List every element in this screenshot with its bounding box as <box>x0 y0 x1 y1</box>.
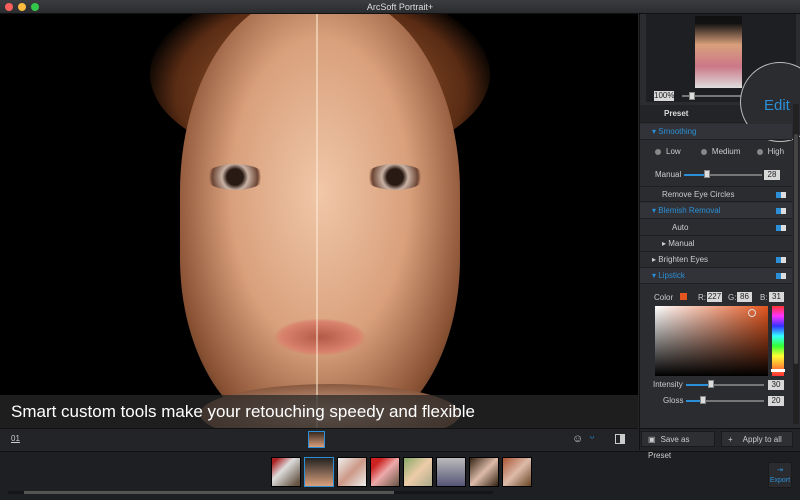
navigator-preview[interactable] <box>695 16 742 88</box>
section-blemish-removal[interactable]: ▾ Blemish Removal <box>640 203 792 219</box>
color-label: Color <box>654 293 674 302</box>
b-field[interactable]: 31 <box>769 292 784 302</box>
filmstrip-thumb[interactable] <box>469 457 499 487</box>
zoom-slider-knob[interactable] <box>689 92 695 100</box>
face-detect-icon[interactable]: ☺ <box>572 433 583 445</box>
section-smoothing[interactable]: ▾ Smoothing <box>640 124 792 140</box>
row-manual[interactable]: ▸ Manual <box>640 236 792 252</box>
compare-view-icon[interactable] <box>615 434 625 444</box>
right-panel: 100% Preset Edit ▾ Smoothing Low Medium … <box>639 14 800 428</box>
close-button[interactable] <box>5 3 13 11</box>
option-low[interactable]: Low <box>655 147 681 156</box>
gloss-label: Gloss <box>663 396 684 405</box>
intensity-slider-knob[interactable] <box>708 380 714 388</box>
save-icon: ▣ <box>648 435 656 444</box>
auto-label: Auto <box>672 223 689 232</box>
panel-scrollbar-thumb[interactable] <box>794 134 798 364</box>
r-field[interactable]: 227 <box>707 292 722 302</box>
option-high[interactable]: High <box>756 147 784 156</box>
hue-slider-knob[interactable] <box>771 369 785 372</box>
toggle[interactable] <box>776 225 786 231</box>
page-number[interactable]: 01 <box>11 434 20 443</box>
option-medium[interactable]: Medium <box>700 147 740 156</box>
filmstrip-thumb[interactable] <box>436 457 466 487</box>
photo-lips <box>275 319 365 355</box>
filmstrip-thumb[interactable] <box>370 457 400 487</box>
apply-to-all-button[interactable]: + Apply to all <box>721 431 793 447</box>
smoothing-options: Low Medium High <box>655 147 795 156</box>
smoothing-label: Smoothing <box>658 127 697 136</box>
zoom-button[interactable] <box>31 3 39 11</box>
filmstrip: ⇥ Export <box>0 451 800 500</box>
manual-value[interactable]: 28 <box>764 170 780 180</box>
photo-eye-right <box>365 164 425 190</box>
remove-eye-circles-label: Remove Eye Circles <box>662 190 735 199</box>
smile-icon[interactable]: ᵕ <box>590 432 594 444</box>
export-button[interactable]: ⇥ Export <box>768 462 792 488</box>
blemish-label: Blemish Removal <box>658 206 721 215</box>
lipstick-label: Lipstick <box>658 271 685 280</box>
intensity-value[interactable]: 30 <box>768 380 784 390</box>
filmstrip-scrollbar[interactable] <box>8 491 493 494</box>
export-label: Export <box>769 477 791 484</box>
color-swatch[interactable] <box>680 293 687 300</box>
minimize-button[interactable] <box>18 3 26 11</box>
brighten-eyes-label: Brighten Eyes <box>658 255 709 264</box>
toggle[interactable] <box>776 257 786 263</box>
color-picker-cursor[interactable] <box>748 309 756 317</box>
manual-label: Manual <box>655 170 682 179</box>
intensity-label: Intensity <box>653 380 683 389</box>
r-label: R: <box>698 293 706 302</box>
toggle[interactable] <box>776 208 786 214</box>
photo-face <box>180 14 460 428</box>
gloss-value[interactable]: 20 <box>768 396 784 406</box>
hue-slider[interactable] <box>771 306 785 376</box>
toggle[interactable] <box>776 273 786 279</box>
toggle[interactable] <box>776 192 786 198</box>
manual-slider-knob[interactable] <box>704 170 710 178</box>
filmstrip-thumb[interactable] <box>502 457 532 487</box>
before-after-divider[interactable] <box>316 14 318 428</box>
intensity-slider-fill <box>686 384 710 386</box>
save-as-preset-button[interactable]: ▣ Save as Preset <box>641 431 715 460</box>
g-field[interactable]: 86 <box>737 292 752 302</box>
row-brighten-eyes[interactable]: ▸ Brighten Eyes <box>640 252 792 268</box>
filmstrip-thumb[interactable] <box>337 457 367 487</box>
plus-icon: + <box>728 435 733 444</box>
caption: Smart custom tools make your retouching … <box>0 395 638 428</box>
filmstrip-thumb[interactable] <box>271 457 301 487</box>
photo-canvas[interactable]: Smart custom tools make your retouching … <box>0 14 638 428</box>
current-thumbnail[interactable] <box>308 431 325 448</box>
gloss-slider-knob[interactable] <box>700 396 706 404</box>
tab-edit[interactable]: Edit <box>764 97 790 114</box>
b-label: B: <box>760 293 768 302</box>
photo-eye-left <box>205 164 265 190</box>
manual-slider-fill <box>684 174 706 176</box>
tab-preset[interactable]: Preset <box>664 105 688 123</box>
row-auto[interactable]: Auto <box>640 220 792 236</box>
color-picker-field[interactable] <box>655 306 768 376</box>
title-bar: ArcSoft Portrait+ <box>0 0 800 14</box>
filmstrip-thumb-selected[interactable] <box>304 457 334 487</box>
panel-scrollbar[interactable] <box>793 104 799 424</box>
bottom-toolbar: 01 ☺ ᵕ <box>0 428 638 450</box>
g-label: G: <box>728 293 737 302</box>
blemish-manual-label: Manual <box>668 239 695 248</box>
export-icon: ⇥ <box>777 467 783 474</box>
zoom-level[interactable]: 100% <box>654 91 674 101</box>
apply-all-label: Apply to all <box>742 435 782 444</box>
scrollbar-thumb[interactable] <box>24 491 394 494</box>
filmstrip-thumb[interactable] <box>403 457 433 487</box>
section-lipstick[interactable]: ▾ Lipstick <box>640 268 792 284</box>
window-title: ArcSoft Portrait+ <box>366 2 434 12</box>
row-remove-eye-circles[interactable]: Remove Eye Circles <box>640 186 792 202</box>
